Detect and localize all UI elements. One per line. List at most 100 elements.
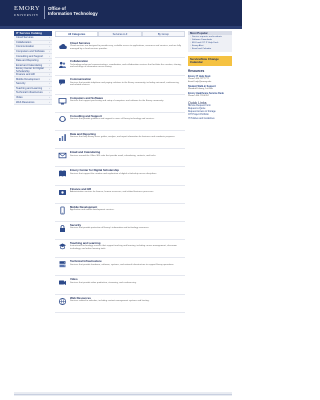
service-description: Services that support the creation and e… [70, 172, 157, 175]
service-description: Application and mobile development servi… [70, 209, 115, 212]
tab-by-group[interactable]: By Group [141, 31, 185, 36]
service-item-collaboration[interactable]: Collaboration Technology-enhanced communi… [55, 58, 185, 77]
sidebar-item-label: Video [16, 96, 23, 100]
header-accent-bar [0, 26, 242, 29]
service-item-cloud-services[interactable]: Cloud Services Cloud services are designe… [55, 40, 185, 59]
service-description: Instructional technology services that s… [70, 245, 177, 251]
service-item-computers-and-software[interactable]: Computers and Software Services that supp… [55, 95, 185, 113]
service-text: Web Resources Services related to website… [70, 296, 182, 303]
chart-icon [58, 133, 67, 142]
people-icon [58, 60, 67, 69]
resource-line: Phone: 404.778.4357 [188, 95, 209, 97]
logo-sub-text: UNIVERSITY [14, 14, 39, 17]
site-header: EMORY UNIVERSITY Office of Information T… [0, 0, 242, 29]
chevron-right-icon: › [49, 59, 50, 63]
sidebar-item-label: Security [16, 82, 26, 86]
resource-block: Emory Healthcare Service Desk Phone: 404.… [188, 92, 232, 98]
tab-services-a-z[interactable]: Services A-Z [98, 31, 142, 36]
chevron-right-icon: › [49, 45, 50, 49]
service-text: Finance and HR Administrative services fo… [70, 187, 182, 194]
quick-links-list: Service Request Form Request a Quote Reque… [188, 105, 232, 121]
logo-divider [44, 6, 45, 19]
service-item-data-and-reporting[interactable]: Data and Reporting Services that help Emo… [55, 131, 185, 150]
service-text: Collaboration Technology-enhanced communi… [70, 59, 182, 69]
service-text: Teaching and Learning Instructional techn… [70, 241, 182, 251]
sidebar-item-label: Mobile Development [16, 77, 40, 81]
sidebar-item-label: Collaboration [16, 40, 32, 44]
sidebar-item-web-resources[interactable]: Web Resources › [14, 100, 52, 105]
service-item-email-and-calendaring[interactable]: Email and Calendaring Services around the… [55, 149, 185, 168]
service-item-technical-infrastructure[interactable]: Technical Infrastructure Services that pr… [55, 258, 185, 277]
service-item-security[interactable]: Security Services that provide protection… [55, 222, 185, 241]
service-description: Administrative services for finance, hum… [70, 190, 154, 193]
service-description: Services that help Emory users gather, a… [70, 136, 176, 139]
chevron-right-icon: › [49, 82, 50, 86]
service-description: Services related to websites, including … [70, 300, 150, 303]
service-text: Emory Center for Digital Scholarship Serv… [70, 168, 182, 175]
computer-icon [58, 97, 67, 106]
sidebar-item-label: Teaching and Learning [16, 86, 43, 90]
service-list: Cloud Services Cloud services are designe… [55, 40, 185, 313]
service-description: Services that provide protection of Emor… [70, 227, 150, 230]
sidebar-item-label: Communication [16, 45, 35, 49]
video-icon [58, 278, 67, 287]
sidebar-item-label: Data and Reporting [16, 59, 39, 63]
service-text: Mobile Development Application and mobile… [70, 205, 182, 212]
service-description: Services that provide video production, … [70, 281, 137, 284]
mail-icon [58, 151, 67, 160]
change-calendar-button[interactable]: ServiceNow Change Calendar [188, 56, 232, 67]
site-footer [14, 392, 232, 396]
quick-link[interactable]: IT Policies and Guidelines [188, 118, 232, 121]
chevron-right-icon: › [49, 100, 50, 104]
service-text: Video Services that provide video product… [70, 278, 182, 284]
office-title[interactable]: Office of Information Technology [48, 6, 98, 16]
sidebar-list: Cloud Services › Collaboration › Communicati… [14, 36, 52, 105]
chevron-right-icon: › [49, 40, 50, 44]
service-item-communication[interactable]: Communication Services that provide telep… [55, 76, 185, 95]
chevron-right-icon: › [49, 77, 50, 81]
sidebar-item-label: Cloud Services [16, 36, 34, 40]
service-text: Consulting and Support Services that prov… [70, 114, 182, 121]
service-text: Data and Reporting Services that help Emo… [70, 132, 182, 139]
service-text: Communication Services that provide telep… [70, 77, 182, 87]
cloud-icon [58, 42, 67, 51]
service-item-emory-center-for-digital-scholarship[interactable]: Emory Center for Digital Scholarship Serv… [55, 167, 185, 186]
sidebar-item-label: Consulting and Support [16, 54, 44, 58]
service-text: Security Services that provide protection… [70, 223, 182, 230]
chevron-right-icon: › [49, 54, 50, 58]
resources-list: Emory IT Help Desk Phone: 404.727.7777 Ema… [188, 75, 232, 98]
chat-icon [58, 78, 67, 87]
service-item-web-resources[interactable]: Web Resources Services related to website… [55, 295, 185, 313]
sidebar-item-label: Finance and HR [16, 73, 35, 77]
sidebar: IT Service Catalog Cloud Services › Collab… [14, 31, 52, 105]
chevron-right-icon: › [49, 96, 50, 100]
service-item-finance-and-hr[interactable]: Finance and HR Administrative services fo… [55, 186, 185, 204]
resource-block: Student Walk-in Support Woodruff Library,… [188, 85, 232, 91]
popular-link[interactable]: Email and Calendar [190, 48, 230, 51]
service-item-consulting-and-support[interactable]: Consulting and Support Services that prov… [55, 113, 185, 131]
service-description: Services that provide guidance and suppo… [70, 118, 155, 121]
lock-icon [58, 224, 67, 233]
service-text: Computers and Software Services that supp… [70, 96, 182, 103]
chevron-right-icon: › [49, 91, 50, 95]
service-item-mobile-development[interactable]: Mobile Development Application and mobile… [55, 204, 185, 222]
resource-block: Emory IT Help Desk Phone: 404.727.7777 Ema… [188, 75, 232, 83]
service-item-video[interactable]: Video Services that provide video product… [55, 276, 185, 295]
service-description: Services that provide hardware, software… [70, 263, 175, 266]
finance-icon [58, 188, 67, 197]
chevron-right-icon: › [49, 36, 50, 40]
service-description: Services around the Office 365 suite tha… [70, 154, 157, 157]
web-icon [58, 297, 67, 306]
service-item-teaching-and-learning[interactable]: Teaching and Learning Instructional techn… [55, 240, 185, 259]
support-icon [58, 115, 67, 124]
tab-all-categories[interactable]: All Categories [55, 31, 99, 36]
chevron-right-icon: › [49, 50, 50, 54]
server-icon [58, 260, 67, 269]
emory-logo[interactable]: EMORY UNIVERSITY [14, 5, 40, 19]
resources-heading: Resources [188, 69, 205, 74]
chevron-right-icon: › [49, 86, 50, 90]
page-content: IT Service Catalog Cloud Services › Collab… [14, 31, 232, 391]
service-description: Services that support purchasing and set… [70, 99, 164, 102]
teaching-icon [58, 242, 67, 251]
popular-list: Service requests and incidentsSoftware D… [188, 35, 232, 53]
